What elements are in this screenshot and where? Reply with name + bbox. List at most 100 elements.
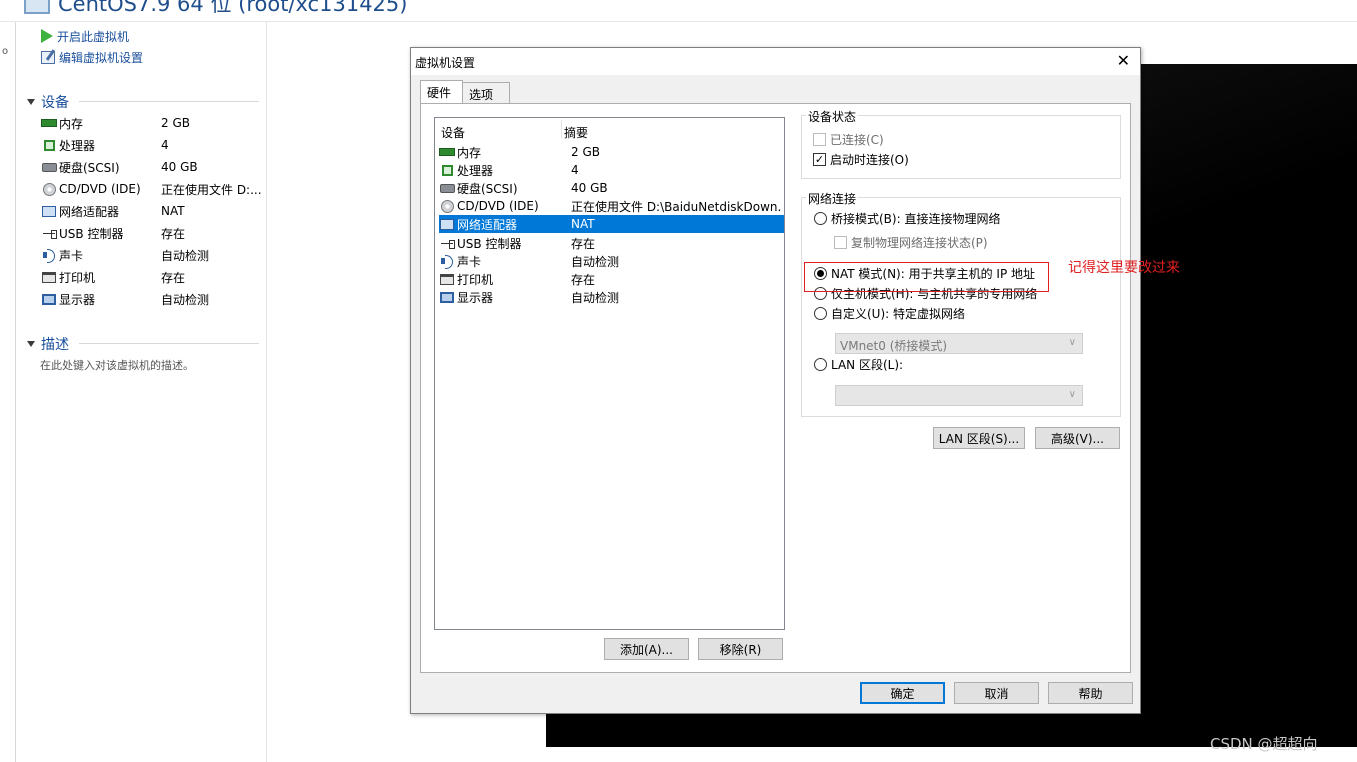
device-name: 声卡 <box>59 248 84 263</box>
connected-checkbox[interactable]: 已连接(C) <box>813 131 884 148</box>
device-summary: 2 GB <box>571 145 600 159</box>
sidebar-device-memory[interactable]: 内存 2 GB <box>41 114 261 132</box>
collapse-triangle-icon <box>27 99 35 105</box>
remove-device-button[interactable]: 移除(R) <box>698 638 783 660</box>
processor-icon <box>43 139 55 151</box>
device-name: USB 控制器 <box>457 236 522 251</box>
device-name: CD/DVD (IDE) <box>457 199 539 213</box>
vm-title-bar: CentOS7.9 64 位 (root/xc131425) <box>0 0 1357 22</box>
add-device-button[interactable]: 添加(A)... <box>604 638 689 660</box>
sidebar-device-cd-dvd[interactable]: CD/DVD (IDE) 正在使用文件 D:... <box>41 180 261 198</box>
lan-segment-radio[interactable]: LAN 区段(L): <box>814 356 903 373</box>
advanced-button[interactable]: 高级(V)... <box>1035 427 1120 449</box>
sidebar-device-printer[interactable]: 打印机 存在 <box>41 268 261 286</box>
network-adapter-icon <box>440 218 454 230</box>
device-row-display[interactable]: 显示器 自动检测 <box>439 288 784 306</box>
bridged-mode-radio[interactable]: 桥接模式(B): 直接连接物理网络 <box>814 210 1000 227</box>
sidebar-device-network-adapter[interactable]: 网络适配器 NAT <box>41 202 261 220</box>
display-icon <box>42 293 56 305</box>
annotation-note: 记得这里要改过来 <box>1068 260 1180 276</box>
close-icon[interactable]: ✕ <box>1117 52 1130 70</box>
checkbox-box <box>813 133 826 146</box>
lan-segments-button[interactable]: LAN 区段(S)... <box>933 427 1025 449</box>
device-value: 存在 <box>161 226 186 241</box>
vm-icon <box>24 0 50 14</box>
device-row-printer[interactable]: 打印机 存在 <box>439 270 784 288</box>
help-button[interactable]: 帮助 <box>1048 682 1133 704</box>
device-row-sound-card[interactable]: 声卡 自动检测 <box>439 252 784 270</box>
vm-sidebar: 开启此虚拟机 编辑虚拟机设置 设备 内存 2 GB 处理器 4 硬盘(SCSI)… <box>17 22 267 762</box>
device-value: 2 GB <box>161 116 190 130</box>
device-name: 显示器 <box>59 292 96 307</box>
left-edge-panel: o <box>0 22 16 762</box>
checkmark-icon: ✓ <box>813 153 826 166</box>
hard-disk-icon <box>439 183 455 193</box>
device-list[interactable]: 设备 摘要 内存 2 GB 处理器 4 硬盘(SCSI) 40 GB CD/DV… <box>434 117 785 630</box>
column-header-device[interactable]: 设备 <box>441 124 465 141</box>
device-summary: 自动检测 <box>571 290 620 305</box>
sidebar-device-hard-disk[interactable]: 硬盘(SCSI) 40 GB <box>41 158 261 176</box>
device-row-usb[interactable]: USB 控制器 存在 <box>439 234 784 252</box>
replicate-state-checkbox[interactable]: 复制物理网络连接状态(P) <box>834 234 988 251</box>
device-value: 4 <box>161 138 169 152</box>
device-name: 网络适配器 <box>59 204 120 219</box>
device-row-hard-disk[interactable]: 硬盘(SCSI) 40 GB <box>439 179 784 197</box>
devices-section-header[interactable]: 设备 <box>27 92 69 112</box>
chevron-down-icon: ∨ <box>1068 389 1076 400</box>
sound-card-icon <box>42 249 56 263</box>
device-name: 处理器 <box>59 138 96 153</box>
device-value: 存在 <box>161 270 186 285</box>
custom-vmnet-select[interactable]: VMnet0 (桥接模式) ∨ <box>835 333 1083 354</box>
device-summary: 自动检测 <box>571 254 620 269</box>
description-input[interactable]: 在此处键入对该虚拟机的描述。 <box>40 357 194 373</box>
processor-icon <box>441 164 453 176</box>
edit-vm-settings-link[interactable]: 编辑虚拟机设置 <box>41 48 143 66</box>
device-value: NAT <box>161 204 185 218</box>
device-name: 硬盘(SCSI) <box>457 181 518 196</box>
edit-vm-settings-label: 编辑虚拟机设置 <box>59 50 144 65</box>
sidebar-device-usb[interactable]: USB 控制器 存在 <box>41 224 261 242</box>
tab-hardware[interactable]: 硬件 <box>420 80 463 103</box>
bridged-mode-label: 桥接模式(B): 直接连接物理网络 <box>831 212 1001 226</box>
device-name: 打印机 <box>457 272 494 287</box>
tab-options[interactable]: 选项 <box>462 82 510 104</box>
connected-label: 已连接(C) <box>830 133 884 147</box>
sidebar-device-display[interactable]: 显示器 自动检测 <box>41 290 261 308</box>
replicate-state-label: 复制物理网络连接状态(P) <box>851 236 988 250</box>
ok-button[interactable]: 确定 <box>860 682 945 704</box>
cd-dvd-icon <box>440 199 454 213</box>
device-name: 显示器 <box>457 290 494 305</box>
device-row-network-adapter[interactable]: 网络适配器 NAT <box>439 215 784 233</box>
device-row-processor[interactable]: 处理器 4 <box>439 161 784 179</box>
device-value: 自动检测 <box>161 248 210 263</box>
usb-icon <box>440 238 455 249</box>
device-name: 处理器 <box>457 163 494 178</box>
power-on-vm-link[interactable]: 开启此虚拟机 <box>41 27 129 45</box>
device-summary: NAT <box>571 217 595 231</box>
collapse-triangle-icon <box>27 341 35 347</box>
device-status-label: 设备状态 <box>806 108 859 125</box>
device-value: 正在使用文件 D:... <box>161 182 261 197</box>
device-row-memory[interactable]: 内存 2 GB <box>439 143 784 161</box>
column-divider <box>561 120 562 138</box>
connect-at-power-on-label: 启动时连接(O) <box>830 153 909 167</box>
custom-network-radio[interactable]: 自定义(U): 特定虚拟网络 <box>814 305 965 322</box>
display-icon <box>440 291 454 303</box>
column-header-summary[interactable]: 摘要 <box>564 124 588 141</box>
printer-icon <box>42 271 56 283</box>
watermark: CSDN @超超向 <box>1210 735 1318 753</box>
device-name: 内存 <box>457 145 482 160</box>
device-row-cd-dvd[interactable]: CD/DVD (IDE) 正在使用文件 D:\BaiduNetdiskDown.… <box>439 197 784 215</box>
vm-settings-dialog: 虚拟机设置 ✕ 硬件 选项 设备 摘要 内存 2 GB 处理器 4 硬盘(SCS… <box>410 47 1141 714</box>
cancel-button[interactable]: 取消 <box>954 682 1039 704</box>
lan-segment-select[interactable]: ∨ <box>835 385 1083 406</box>
radio-circle <box>814 358 827 371</box>
connect-at-power-on-checkbox[interactable]: ✓ 启动时连接(O) <box>813 151 909 168</box>
radio-circle <box>814 307 827 320</box>
printer-icon <box>440 273 454 285</box>
sidebar-device-processor[interactable]: 处理器 4 <box>41 136 261 154</box>
sidebar-device-sound-card[interactable]: 声卡 自动检测 <box>41 246 261 264</box>
device-name: 内存 <box>59 116 84 131</box>
cd-dvd-icon <box>42 182 56 196</box>
description-section-header[interactable]: 描述 <box>27 334 69 354</box>
